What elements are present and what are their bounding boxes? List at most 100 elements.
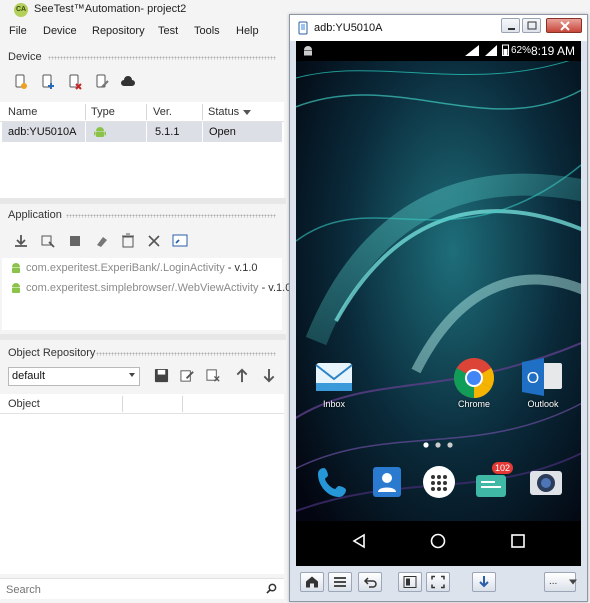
outlook-glyph: O bbox=[527, 370, 539, 387]
phone-icon[interactable] bbox=[316, 465, 350, 499]
record-icon[interactable] bbox=[172, 233, 188, 249]
column-type[interactable]: Type bbox=[91, 106, 115, 118]
column-object[interactable]: Object bbox=[8, 398, 40, 410]
device-table: Name Type Ver. Status adb:YU5010A 5.1.1 … bbox=[0, 102, 284, 198]
notification-badge: 102 bbox=[492, 462, 514, 474]
device-section-header: Device bbox=[0, 49, 284, 65]
sort-desc-icon[interactable] bbox=[243, 110, 251, 115]
menu-tools[interactable]: Tools bbox=[194, 25, 220, 37]
device-window: adb:YU5010A 62% 8:19 AM Inbox Chrome O O… bbox=[289, 14, 588, 602]
maximize-button[interactable] bbox=[522, 18, 541, 33]
cell-divider bbox=[85, 122, 86, 142]
maximize-icon bbox=[527, 21, 537, 30]
edit-device-icon[interactable] bbox=[94, 74, 110, 90]
add-device-icon[interactable] bbox=[13, 74, 29, 90]
rotate-icon bbox=[403, 576, 417, 588]
object-table: Object bbox=[0, 394, 284, 574]
application-section-header: Application bbox=[0, 207, 284, 223]
arrow-down-icon[interactable] bbox=[262, 368, 276, 383]
section-grip bbox=[48, 56, 276, 60]
remove-device-icon[interactable] bbox=[67, 74, 83, 90]
home-button[interactable] bbox=[300, 572, 324, 592]
chrome-label: Chrome bbox=[457, 399, 490, 409]
menu-file[interactable]: File bbox=[9, 25, 27, 37]
list-item[interactable]: com.experitest.ExperiBank/.LoginActivity… bbox=[2, 258, 282, 278]
contacts-icon[interactable] bbox=[370, 465, 404, 499]
edit-icon[interactable] bbox=[180, 368, 195, 383]
menu-test[interactable]: Test bbox=[158, 25, 178, 37]
rotate-button[interactable] bbox=[398, 572, 422, 592]
column-divider bbox=[202, 104, 203, 120]
more-button[interactable]: ... bbox=[544, 572, 577, 592]
launch-icon[interactable] bbox=[40, 233, 56, 249]
more-label: ... bbox=[549, 576, 558, 587]
device-table-header: Name Type Ver. Status bbox=[0, 102, 284, 122]
column-divider bbox=[122, 396, 123, 412]
outlook-label: Outlook bbox=[527, 399, 559, 409]
install-icon[interactable] bbox=[13, 233, 29, 249]
menu-repository[interactable]: Repository bbox=[92, 25, 145, 37]
nav-bar bbox=[296, 521, 581, 566]
download-icon bbox=[479, 576, 489, 588]
clear-icon[interactable] bbox=[94, 233, 110, 249]
uninstall-icon[interactable] bbox=[120, 233, 136, 249]
arrow-up-icon[interactable] bbox=[235, 368, 249, 383]
inbox-label: Inbox bbox=[322, 399, 346, 409]
app-drawer-icon[interactable] bbox=[422, 465, 456, 499]
chevron-down-icon bbox=[569, 579, 577, 585]
inbox-icon[interactable] bbox=[314, 357, 354, 397]
lte-signal-icon bbox=[465, 45, 479, 56]
panel-splitter[interactable] bbox=[0, 198, 286, 204]
cell-divider bbox=[202, 122, 203, 142]
app-item-label: com.experitest.simplebrowser/.WebViewAct… bbox=[26, 282, 292, 294]
back-arrow-icon bbox=[363, 577, 377, 588]
search-input[interactable] bbox=[6, 582, 256, 598]
install-app-button[interactable] bbox=[472, 572, 496, 592]
back-icon[interactable] bbox=[352, 533, 366, 549]
add-device-plus-icon[interactable] bbox=[40, 74, 56, 90]
stop-icon[interactable] bbox=[67, 233, 83, 249]
close-icon[interactable] bbox=[146, 233, 162, 249]
camera-icon[interactable] bbox=[528, 465, 564, 499]
status-time: 8:19 AM bbox=[530, 44, 575, 58]
close-window-button[interactable] bbox=[546, 18, 582, 33]
device-window-toolbar: ... bbox=[296, 571, 581, 595]
chrome-icon[interactable] bbox=[453, 357, 495, 399]
device-version: 5.1.1 bbox=[155, 126, 180, 138]
panel-splitter[interactable] bbox=[0, 334, 286, 340]
device-window-title: adb:YU5010A bbox=[314, 22, 383, 34]
column-version[interactable]: Ver. bbox=[153, 106, 172, 118]
home-icon[interactable] bbox=[430, 533, 446, 549]
screen-capture-button[interactable] bbox=[426, 572, 450, 592]
list-item[interactable]: com.experitest.simplebrowser/.WebViewAct… bbox=[2, 278, 291, 298]
cloud-icon[interactable] bbox=[120, 74, 136, 90]
phone-screen[interactable]: 62% 8:19 AM Inbox Chrome O Outlook 102 bbox=[296, 41, 581, 566]
column-status[interactable]: Status bbox=[208, 106, 239, 118]
minimize-button[interactable] bbox=[501, 18, 520, 33]
battery-icon bbox=[502, 44, 509, 56]
battery-percent: 62% bbox=[510, 45, 531, 56]
capture-icon bbox=[431, 575, 445, 589]
repository-section-title: Object Repository bbox=[8, 347, 96, 359]
status-bar: 62% 8:19 AM bbox=[296, 41, 581, 61]
search-icon[interactable] bbox=[266, 583, 277, 594]
delete-icon[interactable] bbox=[206, 368, 221, 383]
table-row[interactable]: adb:YU5010A 5.1.1 Open bbox=[2, 122, 282, 142]
menu-icon bbox=[334, 577, 346, 587]
menu-button[interactable] bbox=[328, 572, 352, 592]
application-section-title: Application bbox=[8, 209, 62, 221]
repository-select[interactable]: default bbox=[8, 367, 140, 386]
android-notification-icon bbox=[304, 46, 312, 56]
app-logo: CA bbox=[14, 3, 28, 17]
outlook-icon[interactable]: O bbox=[522, 357, 564, 397]
chevron-down-icon bbox=[129, 373, 135, 377]
menu-help[interactable]: Help bbox=[236, 25, 259, 37]
back-button[interactable] bbox=[358, 572, 382, 592]
save-icon[interactable] bbox=[154, 368, 169, 383]
android-icon bbox=[94, 127, 106, 137]
menu-bar: File Device Repository Test Tools Help bbox=[0, 21, 290, 41]
search-bar bbox=[0, 578, 284, 599]
menu-device[interactable]: Device bbox=[43, 25, 77, 37]
column-name[interactable]: Name bbox=[8, 106, 37, 118]
recents-icon[interactable] bbox=[511, 534, 525, 548]
